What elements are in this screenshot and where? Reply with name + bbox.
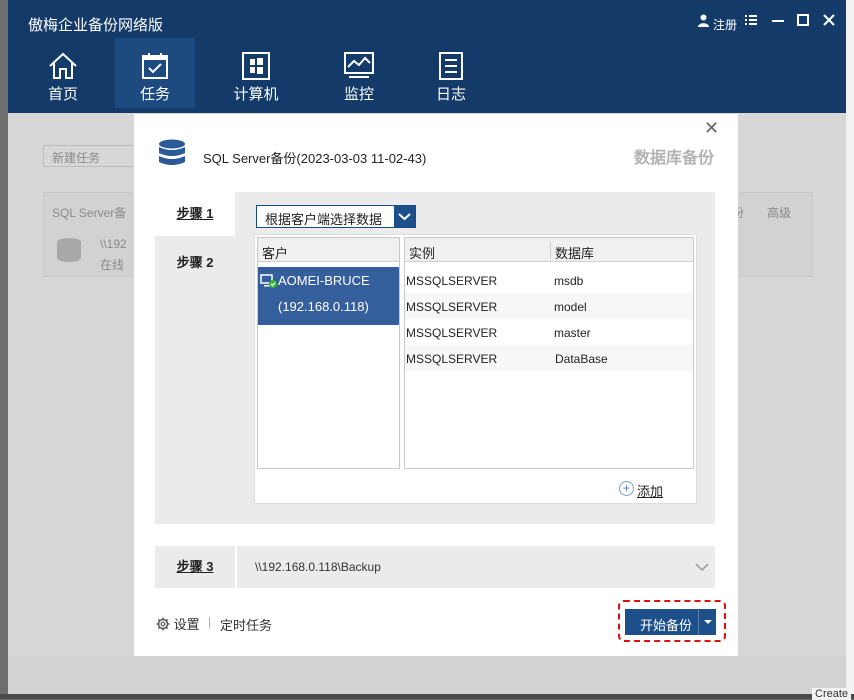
- client-column-header: 客户: [258, 238, 399, 262]
- maximize-icon[interactable]: [797, 14, 809, 29]
- menu-icon[interactable]: [745, 14, 757, 29]
- computer-check-icon: [260, 274, 277, 291]
- task-path: \\192: [100, 237, 127, 251]
- selection-box: 客户 AOMEI-BRUCE (192.168.0.118) 实例 数据库 MS…: [254, 234, 697, 504]
- database-cell: msdb: [554, 274, 584, 288]
- app-title: 傲梅企业备份网络版: [28, 17, 164, 34]
- nav-monitor[interactable]: 监控: [319, 38, 399, 108]
- new-task-input[interactable]: 新建任务: [43, 145, 143, 167]
- schedule-button[interactable]: 定时任务: [220, 615, 272, 634]
- sql-server-icon: [159, 139, 185, 165]
- task-status: 在线: [100, 258, 125, 272]
- settings-button[interactable]: 设置: [156, 614, 200, 634]
- instance-cell: MSSQLSERVER: [406, 300, 498, 314]
- step-1-tab[interactable]: 步骤 1: [155, 192, 235, 236]
- instance-cell: MSSQLSERVER: [406, 352, 498, 366]
- table-header: [405, 238, 693, 262]
- nav-computers[interactable]: 计算机: [216, 38, 296, 108]
- table-row[interactable]: MSSQLSERVER master: [405, 319, 693, 345]
- monitor-icon: [344, 52, 374, 78]
- step-3-tab[interactable]: 步骤 3: [155, 546, 235, 588]
- database-icon: [57, 238, 81, 262]
- chevron-down-icon[interactable]: [695, 561, 709, 575]
- table-row[interactable]: MSSQLSERVER DataBase: [405, 345, 693, 371]
- step-2-tab[interactable]: 步骤 2: [155, 241, 235, 285]
- advanced-menu[interactable]: 高级: [767, 204, 791, 221]
- database-cell: model: [554, 300, 587, 314]
- table-row[interactable]: MSSQLSERVER model: [405, 293, 693, 319]
- app-window: 傲梅企业备份网络版 注册 首页 任务 计算机 监控 日志 新建任务 SQL Se…: [8, 0, 846, 694]
- caret-down-icon[interactable]: [698, 609, 716, 635]
- instance-column-header: 实例: [409, 246, 436, 261]
- database-table: 实例 数据库 MSSQLSERVER msdb MSSQLSERVER mode…: [404, 237, 694, 469]
- nav-tasks[interactable]: 任务: [115, 38, 195, 108]
- dialog-title: SQL Server备份(2023-03-03 11-02-43): [203, 151, 427, 166]
- client-item[interactable]: AOMEI-BRUCE (192.168.0.118): [258, 267, 399, 325]
- settings-label: 设置: [173, 617, 200, 632]
- dialog-close-icon[interactable]: ✕: [704, 118, 719, 139]
- task-list-header: SQL Server备: [52, 206, 127, 220]
- create-label: Create: [812, 688, 852, 700]
- title-bar: 傲梅企业备份网络版 注册 首页 任务 计算机 监控 日志: [8, 0, 846, 113]
- start-backup-button[interactable]: 开始备份: [625, 609, 716, 635]
- add-button[interactable]: 添加: [637, 481, 663, 500]
- user-icon[interactable]: [698, 14, 709, 30]
- nav-monitor-label: 监控: [343, 86, 374, 103]
- dialog-subtitle: 数据库备份: [633, 150, 714, 167]
- log-icon: [439, 52, 463, 80]
- database-cell: DataBase: [555, 352, 608, 366]
- nav-home[interactable]: 首页: [23, 38, 103, 108]
- minimize-icon[interactable]: [772, 14, 784, 29]
- register-link[interactable]: 注册: [713, 16, 737, 33]
- client-list: 客户 AOMEI-BRUCE (192.168.0.118): [257, 237, 400, 469]
- bottom-edge: [0, 694, 854, 699]
- windows-icon: [242, 52, 270, 80]
- destination-field[interactable]: \\192.168.0.118\Backup: [237, 546, 715, 588]
- right-edge-window: [846, 0, 854, 699]
- database-column-header: 数据库: [555, 246, 595, 261]
- destination-path: \\192.168.0.118\Backup: [255, 560, 381, 574]
- gear-icon: [156, 617, 170, 634]
- nav-logs[interactable]: 日志: [411, 38, 491, 108]
- backup-dialog: ✕ SQL Server备份(2023-03-03 11-02-43) 数据库备…: [134, 114, 738, 656]
- close-icon[interactable]: [823, 14, 835, 29]
- separator: |: [208, 615, 212, 629]
- nav-home-label: 首页: [47, 86, 78, 103]
- source-select-value: 根据客户端选择数据: [265, 212, 383, 227]
- table-row[interactable]: MSSQLSERVER msdb: [405, 267, 693, 293]
- instance-cell: MSSQLSERVER: [406, 274, 498, 288]
- nav-logs-label: 日志: [435, 86, 466, 103]
- start-backup-label: 开始备份: [640, 618, 693, 633]
- bottom-status-bar: [8, 656, 846, 694]
- source-select[interactable]: 根据客户端选择数据: [256, 205, 416, 228]
- chevron-down-icon[interactable]: [394, 206, 415, 227]
- home-icon: [49, 52, 77, 79]
- database-cell: master: [554, 326, 591, 340]
- client-ip: (192.168.0.118): [278, 299, 369, 314]
- instance-cell: MSSQLSERVER: [406, 326, 498, 340]
- nav-tasks-label: 任务: [139, 86, 170, 103]
- nav-computers-label: 计算机: [233, 86, 279, 103]
- client-name: AOMEI-BRUCE: [278, 273, 370, 288]
- step-2-content: 根据客户端选择数据 客户 AOMEI-BRUCE (192.168.0.118): [236, 192, 715, 524]
- add-icon[interactable]: +: [619, 481, 634, 496]
- task-icon: [142, 53, 168, 79]
